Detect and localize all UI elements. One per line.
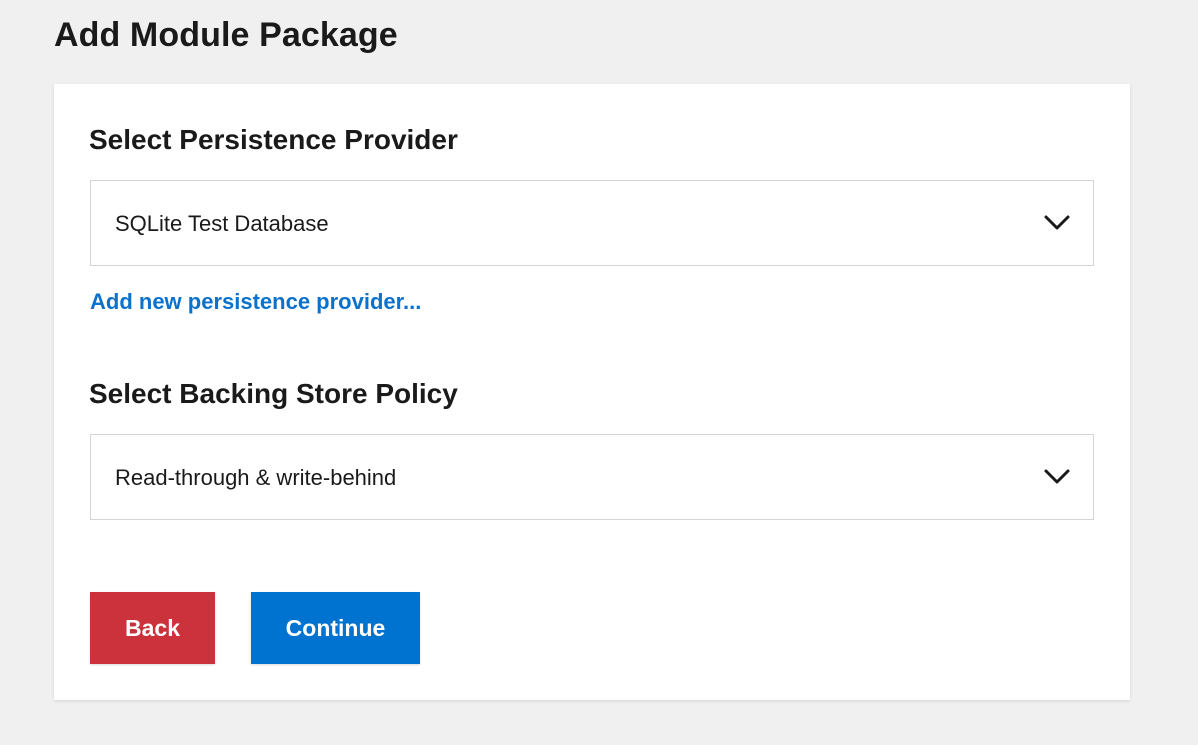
page-title: Add Module Package bbox=[54, 16, 398, 54]
backing-store-policy-heading: Select Backing Store Policy bbox=[89, 378, 458, 409]
backing-store-policy-select[interactable]: Read-through & write-behind bbox=[90, 434, 1094, 520]
form-card: Select Persistence Provider SQLite Test … bbox=[54, 84, 1130, 700]
chevron-down-icon bbox=[1044, 215, 1070, 230]
continue-button[interactable]: Continue bbox=[251, 592, 420, 664]
add-persistence-provider-link[interactable]: Add new persistence provider... bbox=[90, 289, 421, 315]
persistence-provider-select[interactable]: SQLite Test Database bbox=[90, 180, 1094, 266]
back-button[interactable]: Back bbox=[90, 592, 215, 664]
persistence-provider-heading: Select Persistence Provider bbox=[89, 124, 458, 155]
persistence-provider-value: SQLite Test Database bbox=[115, 211, 329, 236]
backing-store-policy-value: Read-through & write-behind bbox=[115, 465, 397, 490]
chevron-down-icon bbox=[1044, 469, 1070, 484]
